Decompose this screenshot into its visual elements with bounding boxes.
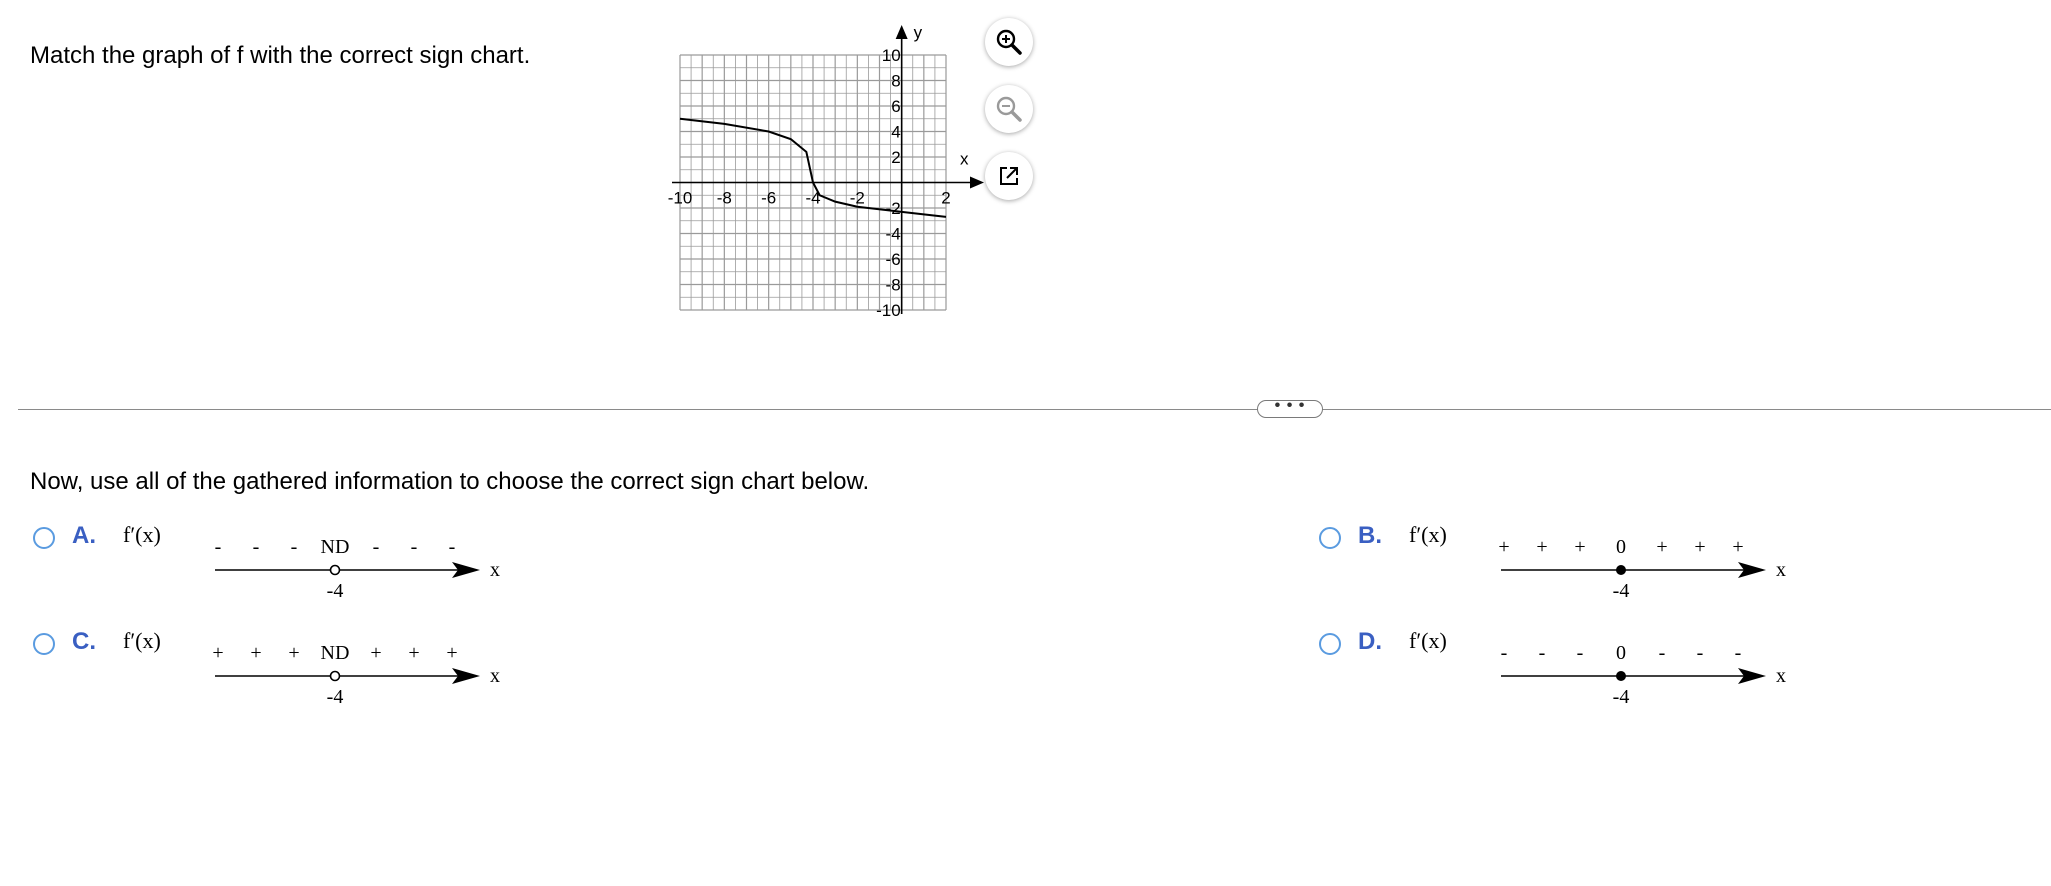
axis-label: x <box>1776 665 1786 687</box>
function-graph: xy -10 -8 -6 -4 -2 2108642-2-4-6-8-10 <box>668 23 984 320</box>
option-a-sign-chart: x -4 - - - ND - - - <box>215 536 500 602</box>
sign-label: ND <box>321 642 350 664</box>
sign-label: - <box>1539 642 1546 664</box>
option-d-sign-chart: x -4 - - - 0 - - - <box>1501 642 1786 708</box>
sign-label: + <box>1536 536 1547 558</box>
zoom-out-icon <box>996 96 1022 122</box>
sign-label: - <box>1577 642 1584 664</box>
sign-label: - <box>449 536 456 558</box>
option-b-sign-chart: x -4 + + +0 + + + <box>1498 536 1786 602</box>
option-a[interactable]: A. f′(x) x -4 - - - ND - - - <box>30 520 590 620</box>
option-d-letter: D. <box>1358 628 1382 655</box>
y-tick-label: 2 <box>891 148 900 167</box>
zoom-in-icon <box>996 29 1022 55</box>
option-b-letter: B. <box>1358 522 1382 549</box>
y-tick-label: 8 <box>891 72 900 91</box>
y-tick-label: -6 <box>886 250 901 269</box>
option-a-derivative-label: f′(x) <box>123 522 161 547</box>
sign-label: 0 <box>1616 536 1626 558</box>
sign-label: - <box>1735 642 1742 664</box>
open-point <box>329 670 341 682</box>
zoom-out-button[interactable] <box>985 85 1033 133</box>
zoom-in-button[interactable] <box>985 18 1033 66</box>
x-tick-label: -8 <box>717 189 732 208</box>
sign-label: - <box>1659 642 1666 664</box>
filled-point <box>1616 565 1626 575</box>
more-dots-icon: • • • <box>1274 397 1306 414</box>
option-c-derivative-label: f′(x) <box>123 628 161 653</box>
critical-point-label: -4 <box>1613 580 1630 602</box>
x-axis-arrow <box>970 176 984 189</box>
critical-point-label: -4 <box>327 580 344 602</box>
section-divider <box>18 409 2051 410</box>
sign-label: + <box>446 642 457 664</box>
popout-button[interactable] <box>985 152 1033 200</box>
option-c-letter: C. <box>72 628 96 655</box>
sign-label: - <box>1697 642 1704 664</box>
sign-label: + <box>1498 536 1509 558</box>
option-c-sign-chart: x -4 + + + ND + + + <box>212 642 500 708</box>
x-tick-label: 2 <box>941 189 950 208</box>
y-axis-arrow <box>895 25 908 39</box>
y-tick-label: 10 <box>882 46 901 65</box>
y-tick-label: -2 <box>886 199 901 218</box>
graph-axes: xy <box>672 23 984 314</box>
sign-label: + <box>212 642 223 664</box>
sign-label: ND <box>321 536 350 558</box>
axis-label: x <box>1776 559 1786 581</box>
sign-label: - <box>411 536 418 558</box>
option-a-radio[interactable] <box>33 527 55 549</box>
sign-label: + <box>370 642 381 664</box>
external-link-icon <box>1000 167 1018 185</box>
sign-label: - <box>1501 642 1508 664</box>
x-tick-label: -6 <box>761 189 776 208</box>
question-text: Match the graph of f with the correct si… <box>30 42 531 69</box>
option-a-letter: A. <box>72 522 96 549</box>
axis-label: x <box>490 559 500 581</box>
option-c-radio[interactable] <box>33 633 55 655</box>
instruction-text: Now, use all of the gathered information… <box>30 468 870 495</box>
sign-label: + <box>1732 536 1743 558</box>
y-tick-label: 4 <box>891 123 900 142</box>
sign-label: - <box>215 536 222 558</box>
y-tick-label: -4 <box>886 225 901 244</box>
option-d[interactable]: D. f′(x) x -4 - - - 0 - - - <box>1316 626 1876 726</box>
x-axis-label: x <box>960 150 969 169</box>
option-b-derivative-label: f′(x) <box>1409 522 1447 547</box>
sign-label: + <box>1656 536 1667 558</box>
option-d-derivative-label: f′(x) <box>1409 628 1447 653</box>
sign-label: - <box>253 536 260 558</box>
sign-label: - <box>373 536 380 558</box>
option-b[interactable]: B. f′(x) x -4 + + +0 + + + <box>1316 520 1876 620</box>
axis-label: x <box>490 665 500 687</box>
option-c[interactable]: C. f′(x) x -4 + + + ND + + + <box>30 626 590 726</box>
sign-label: - <box>291 536 298 558</box>
y-tick-label: 6 <box>891 97 900 116</box>
y-axis-label: y <box>914 23 923 42</box>
option-d-radio[interactable] <box>1319 633 1341 655</box>
y-tick-label: -10 <box>876 301 901 320</box>
critical-point-label: -4 <box>327 686 344 708</box>
filled-point <box>1616 671 1626 681</box>
sign-label: + <box>288 642 299 664</box>
critical-point-label: -4 <box>1613 686 1630 708</box>
open-point <box>329 564 341 576</box>
x-tick-label: -10 <box>668 189 693 208</box>
sign-label: 0 <box>1616 642 1626 664</box>
sign-label: + <box>250 642 261 664</box>
sign-label: + <box>408 642 419 664</box>
y-tick-label: -8 <box>886 276 901 295</box>
expand-button[interactable]: • • • <box>1257 397 1323 418</box>
sign-label: + <box>1694 536 1705 558</box>
sign-label: + <box>1574 536 1585 558</box>
option-b-radio[interactable] <box>1319 527 1341 549</box>
